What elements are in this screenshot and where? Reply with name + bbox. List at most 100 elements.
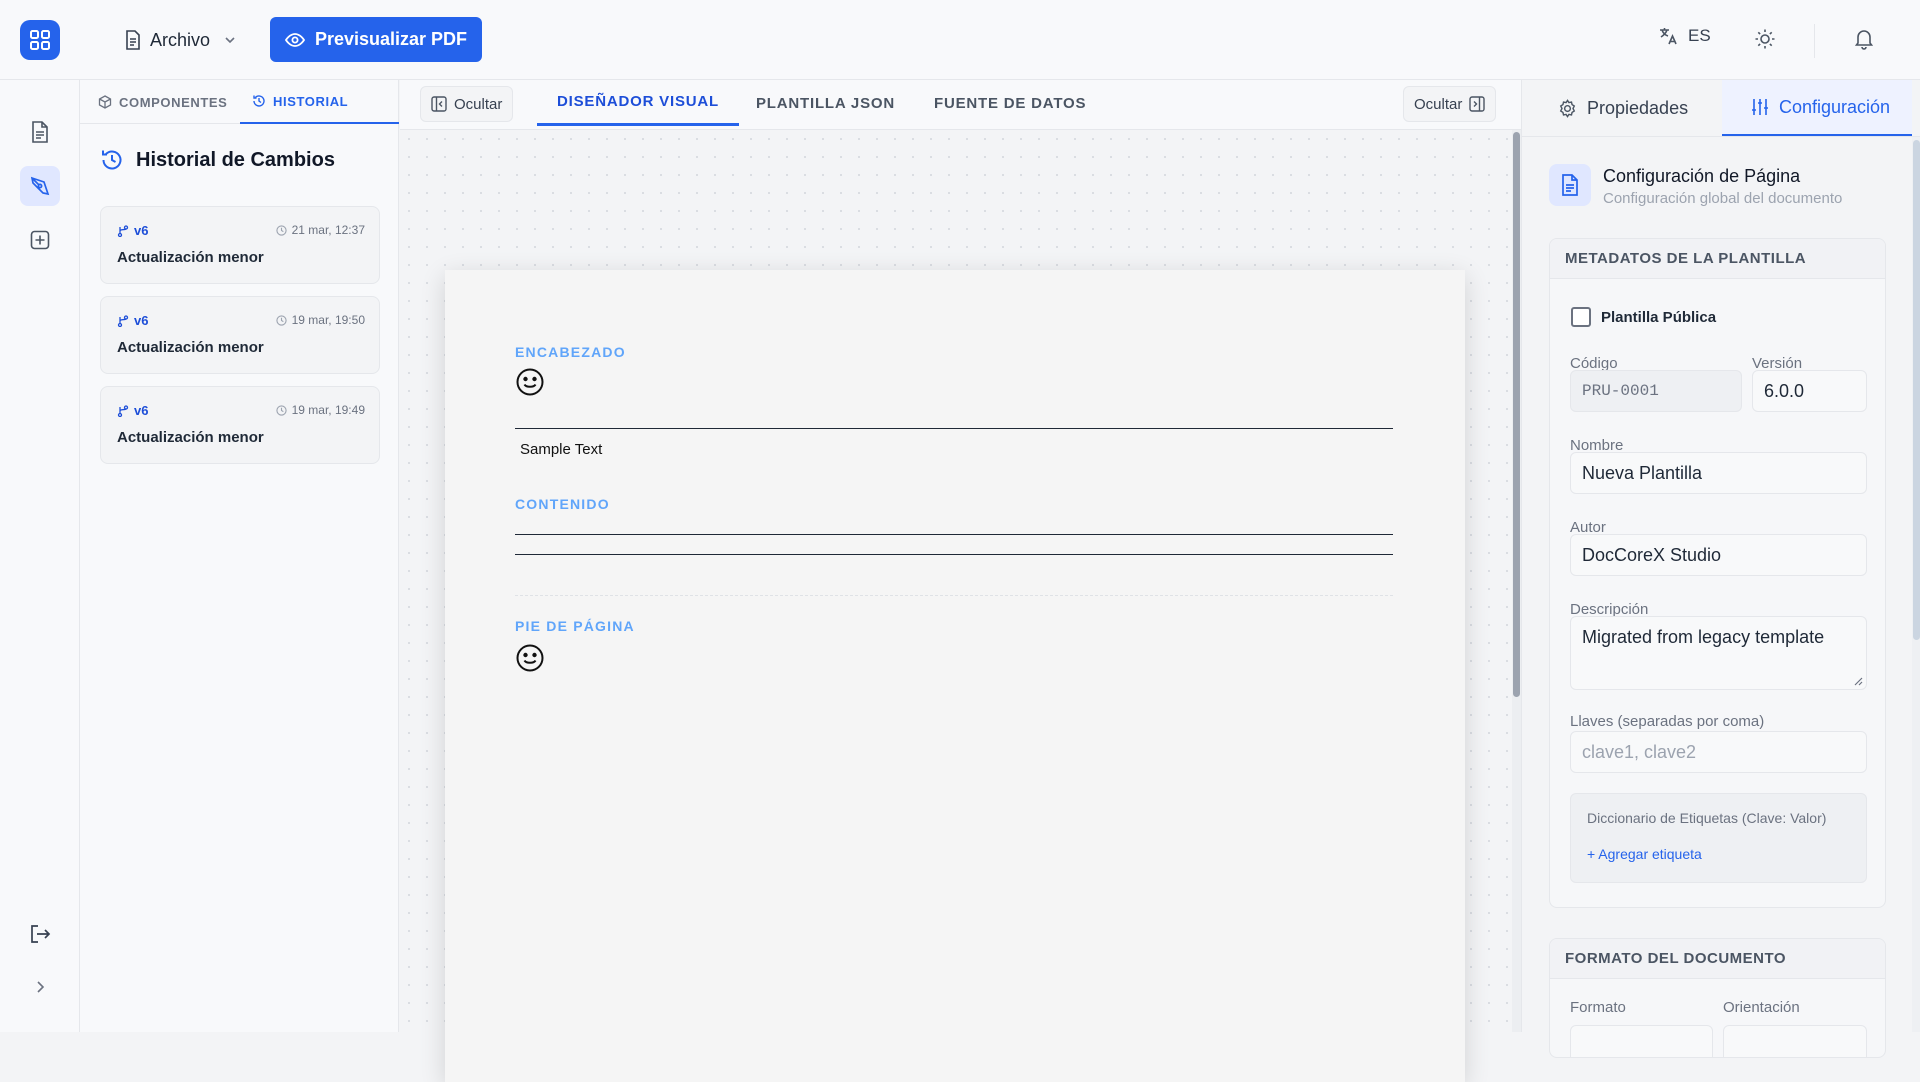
metadata-heading: METADATOS DE LA PLANTILLA: [1550, 239, 1885, 279]
history-heading: Historial de Cambios: [100, 148, 335, 172]
bell-icon[interactable]: [1854, 28, 1874, 50]
clock-icon: [275, 404, 287, 416]
tab-components[interactable]: COMPONENTES: [98, 80, 227, 124]
code-field[interactable]: PRU-0001: [1570, 370, 1742, 412]
version-tag: v6: [117, 223, 148, 238]
logout-icon[interactable]: [20, 914, 60, 954]
timestamp: 19 mar, 19:49: [275, 403, 365, 417]
description-textarea[interactable]: Migrated from legacy template: [1570, 616, 1867, 690]
format-select[interactable]: [1570, 1025, 1713, 1057]
checkbox-box[interactable]: [1571, 307, 1591, 327]
tab-components-label: COMPONENTES: [119, 94, 228, 110]
header-section-label: ENCABEZADO: [515, 344, 626, 360]
tab-data-source-label: FUENTE DE DATOS: [934, 94, 1087, 112]
dictionary-label: Diccionario de Etiquetas (Clave: Valor): [1587, 810, 1827, 826]
left-rail: [0, 80, 80, 1032]
properties-panel: Propiedades Configuración Configuración …: [1521, 80, 1920, 1058]
public-template-label: Plantilla Pública: [1601, 308, 1717, 326]
add-square-icon[interactable]: [20, 220, 60, 260]
chevron-right-icon[interactable]: [20, 967, 60, 1007]
panel-collapse-left-icon: [431, 96, 447, 112]
hide-left-label: Ocultar: [454, 95, 503, 113]
timestamp-label: 21 mar, 12:37: [291, 223, 365, 237]
tab-history-label: HISTORIAL: [273, 93, 349, 109]
preview-pdf-button[interactable]: Previsualizar PDF: [270, 17, 482, 62]
add-tag-link[interactable]: + Agregar etiqueta: [1587, 846, 1702, 862]
file-menu[interactable]: Archivo: [124, 24, 236, 56]
hide-right-panel-button[interactable]: Ocultar: [1403, 86, 1497, 122]
tab-visual-designer[interactable]: DISEÑADOR VISUAL: [537, 80, 739, 126]
version-field[interactable]: 6.0.0: [1752, 370, 1867, 412]
resize-handle-icon[interactable]: [1853, 676, 1863, 686]
name-field[interactable]: Nueva Plantilla: [1570, 452, 1867, 494]
timestamp: 19 mar, 19:50: [275, 313, 365, 327]
tab-history[interactable]: HISTORIAL: [240, 80, 399, 124]
orientation-label: Orientación: [1723, 999, 1800, 1016]
config-subtitle: Configuración global del documento: [1603, 190, 1843, 207]
clock-icon: [275, 314, 287, 326]
format-label: Formato: [1570, 999, 1626, 1016]
top-bar: Archivo Previsualizar PDF ES: [0, 0, 1920, 80]
smiley-icon[interactable]: [515, 367, 545, 397]
author-field[interactable]: DocCoreX Studio: [1570, 534, 1867, 576]
history-message: Actualización menor: [117, 429, 264, 446]
history-entry[interactable]: v6 19 mar, 19:49 Actualización menor: [100, 386, 380, 464]
keys-label: Llaves (separadas por coma): [1570, 713, 1765, 730]
tab-properties-label: Propiedades: [1587, 98, 1689, 118]
history-icon: [252, 94, 266, 108]
history-entry[interactable]: v6 21 mar, 12:37 Actualización menor: [100, 206, 380, 284]
branch-icon: [117, 224, 129, 237]
sliders-icon: [1751, 98, 1769, 116]
app-grid-icon[interactable]: [20, 20, 60, 60]
language-selector[interactable]: ES: [1658, 26, 1711, 46]
clock-icon: [275, 224, 287, 236]
version-tag: v6: [117, 313, 148, 328]
components-history-panel: COMPONENTES HISTORIAL Historial de Cambi…: [80, 80, 399, 1032]
tab-json-template[interactable]: PLANTILLA JSON: [756, 80, 895, 126]
history-message: Actualización menor: [117, 339, 264, 356]
orientation-select[interactable]: [1723, 1025, 1867, 1057]
sun-icon[interactable]: [1754, 28, 1776, 50]
document-page[interactable]: ENCABEZADO Sample Text CONTENIDO PIE DE …: [445, 270, 1465, 1082]
branch-icon: [117, 314, 129, 327]
content-line-bottom: [515, 554, 1393, 555]
panel-tabs: COMPONENTES HISTORIAL: [80, 80, 399, 124]
version-tag: v6: [117, 403, 148, 418]
timestamp-label: 19 mar, 19:50: [291, 313, 365, 327]
canvas-scrollbar-thumb[interactable]: [1513, 132, 1520, 697]
tab-configuration-label: Configuración: [1779, 96, 1891, 117]
file-menu-label: Archivo: [150, 29, 211, 50]
format-card: FORMATO DEL DOCUMENTO Formato Orientació…: [1549, 938, 1886, 1058]
translate-icon: [1658, 26, 1678, 46]
eye-icon: [284, 32, 305, 47]
design-canvas[interactable]: ENCABEZADO Sample Text CONTENIDO PIE DE …: [400, 130, 1512, 1082]
tab-visual-designer-label: DISEÑADOR VISUAL: [557, 93, 719, 110]
description-text: Migrated from legacy template: [1582, 627, 1825, 647]
history-icon: [100, 148, 124, 172]
designer-pen-icon[interactable]: [20, 166, 60, 206]
tab-json-template-label: PLANTILLA JSON: [756, 94, 895, 112]
preview-pdf-label: Previsualizar PDF: [314, 29, 468, 49]
history-entry[interactable]: v6 19 mar, 19:50 Actualización menor: [100, 296, 380, 374]
panel-collapse-right-icon: [1469, 96, 1486, 112]
header-divider: [1814, 24, 1815, 58]
panel-scrollbar-thumb[interactable]: [1913, 140, 1920, 640]
hide-left-panel-button[interactable]: Ocultar: [420, 86, 514, 122]
metadata-card: METADATOS DE LA PLANTILLA Plantilla Públ…: [1549, 238, 1886, 908]
keys-field[interactable]: clave1, clave2: [1570, 731, 1867, 773]
version-label: v6: [134, 403, 149, 418]
cube-icon: [98, 95, 112, 109]
sample-text[interactable]: Sample Text: [520, 441, 602, 458]
timestamp-label: 19 mar, 19:49: [291, 403, 365, 417]
tab-properties[interactable]: Propiedades: [1558, 80, 1688, 137]
designer-area: Ocultar DISEÑADOR VISUAL PLANTILLA JSON …: [400, 80, 1521, 1082]
file-icon: [124, 30, 142, 50]
format-heading: FORMATO DEL DOCUMENTO: [1550, 939, 1885, 979]
tab-data-source[interactable]: FUENTE DE DATOS: [934, 80, 1086, 126]
public-template-checkbox[interactable]: Plantilla Pública: [1571, 307, 1716, 327]
documents-icon[interactable]: [20, 112, 60, 152]
tab-configuration[interactable]: Configuración: [1722, 80, 1912, 137]
smiley-icon[interactable]: [515, 643, 545, 673]
version-label: v6: [134, 313, 149, 328]
footer-section-label: PIE DE PÁGINA: [515, 618, 635, 634]
